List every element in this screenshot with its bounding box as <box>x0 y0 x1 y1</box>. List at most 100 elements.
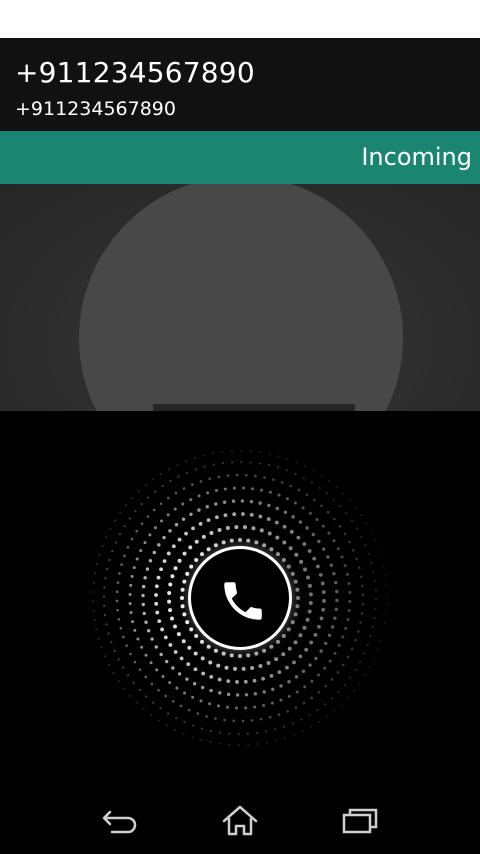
ripple-dot <box>183 721 186 724</box>
ripple-dot <box>114 519 116 522</box>
ripple-dot <box>287 694 291 698</box>
ripple-dot <box>181 502 185 506</box>
ripple-dot <box>114 541 117 544</box>
ripple-dot <box>223 718 226 722</box>
ripple-dot <box>250 665 255 670</box>
ripple-dot <box>347 609 351 613</box>
ripple-dot <box>342 492 345 495</box>
ripple-dot <box>168 582 173 587</box>
ripple-dot <box>200 552 205 557</box>
ripple-dot <box>360 535 363 538</box>
ripple-dot <box>110 641 113 644</box>
ripple-dot <box>385 584 388 587</box>
ripple-dot <box>237 732 240 736</box>
recents-button[interactable] <box>330 799 390 843</box>
ripple-dot <box>267 464 271 467</box>
ripple-dot <box>198 521 203 526</box>
ripple-dot <box>194 633 199 638</box>
ripple-dot <box>192 682 197 686</box>
ripple-dot <box>234 525 239 530</box>
ripple-dot <box>167 591 172 596</box>
ripple-dot <box>326 555 330 559</box>
ripple-dot <box>285 469 288 472</box>
ripple-dot <box>149 661 153 665</box>
ripple-dot <box>150 714 152 716</box>
ripple-dot <box>294 675 299 679</box>
ripple-dot <box>131 497 134 500</box>
ripple-dot <box>308 600 313 605</box>
ripple-dot <box>216 663 221 668</box>
ripple-dot <box>298 633 303 638</box>
ripple-dot <box>221 451 224 454</box>
ripple-dot <box>322 599 326 603</box>
ripple-dot <box>208 702 212 706</box>
ripple-dot <box>337 643 341 647</box>
ripple-dot <box>181 517 186 521</box>
ripple-dot <box>191 526 195 531</box>
ripple-dot <box>155 610 160 615</box>
ripple-dot <box>335 598 339 603</box>
ripple-dot <box>206 547 211 552</box>
ripple-dot <box>249 450 252 453</box>
ripple-dot <box>200 639 205 644</box>
ripple-dot <box>123 554 126 558</box>
ripple-dot <box>266 661 271 666</box>
ripple-dot <box>182 732 185 735</box>
ripple-dot <box>322 547 326 551</box>
ripple-dot <box>296 535 301 540</box>
ripple-dot <box>241 666 246 671</box>
ripple-dot <box>161 675 165 679</box>
ripple-dot <box>175 686 179 690</box>
ripple-dot <box>221 540 226 545</box>
answer-call-button[interactable] <box>188 546 292 650</box>
ripple-dot <box>180 604 185 609</box>
ripple-dot <box>312 556 317 561</box>
ripple-dot <box>141 584 146 589</box>
ripple-dot <box>343 532 347 536</box>
ripple-dot <box>308 713 311 717</box>
ripple-dot <box>206 491 210 495</box>
ripple-dot <box>371 625 374 629</box>
ripple-dot <box>184 531 188 536</box>
ripple-dot <box>162 535 166 540</box>
ripple-dot <box>130 537 134 541</box>
ripple-dot <box>274 657 279 662</box>
ripple-dot <box>250 719 254 722</box>
ripple-dot <box>253 705 257 709</box>
ripple-dot <box>317 539 321 544</box>
ripple-dot <box>194 558 199 563</box>
ripple-dot <box>148 533 152 537</box>
ripple-dot <box>156 575 161 580</box>
ripple-dot <box>345 572 349 576</box>
ripple-dot <box>332 572 336 576</box>
ripple-dot <box>232 512 237 517</box>
caller-name: +911234567890 <box>15 56 255 89</box>
ripple-dot <box>238 538 242 542</box>
ripple-dot <box>168 468 171 471</box>
ripple-dot <box>289 484 292 488</box>
ripple-dot <box>348 540 351 544</box>
ripple-dot <box>348 600 352 604</box>
ripple-dot <box>232 486 236 490</box>
ripple-dot <box>116 608 119 612</box>
ripple-dot <box>304 647 309 652</box>
ripple-dot <box>234 706 238 710</box>
ripple-dot <box>154 645 158 649</box>
avatar-shoulders <box>153 404 355 411</box>
ripple-dot <box>209 675 214 679</box>
ripple-dot <box>373 616 376 619</box>
ripple-dot <box>159 567 163 572</box>
ripple-dot <box>297 488 301 492</box>
ripple-dot <box>383 621 386 624</box>
ripple-dot <box>188 708 191 712</box>
ripple-dot <box>259 528 264 533</box>
home-button[interactable] <box>210 799 270 843</box>
ripple-dot <box>313 498 316 502</box>
navigation-bar <box>0 791 480 854</box>
ripple-dot <box>123 525 126 528</box>
back-button[interactable] <box>90 799 150 843</box>
ripple-dot <box>373 538 376 541</box>
ripple-dot <box>246 538 251 543</box>
ripple-dot <box>301 506 305 510</box>
ripple-dot <box>143 541 147 545</box>
